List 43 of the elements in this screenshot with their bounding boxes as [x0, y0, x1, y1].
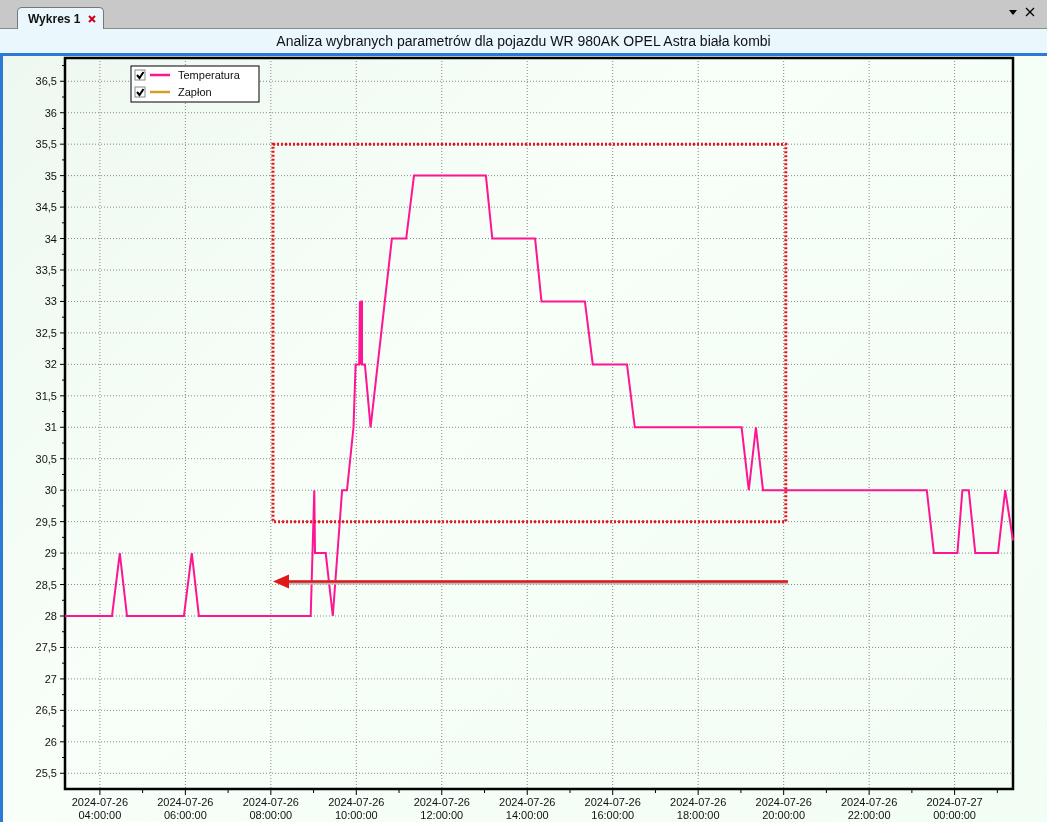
y-tick-label: 29,5: [35, 515, 57, 528]
x-tick-label: 2024-07-26 18:00:00: [670, 796, 727, 821]
chart-title: Analiza wybranych parametrów dla pojazdu WR 980AK OPEL Astra biała kombi: [276, 33, 771, 49]
legend-checkbox[interactable]: [134, 69, 146, 81]
x-tick-label: 2024-07-26 08:00:00: [242, 796, 299, 821]
x-tick-label: 2024-07-27 00:00:00: [926, 796, 983, 821]
y-tick-label: 30: [44, 484, 57, 497]
y-tick-label: 33: [44, 295, 57, 308]
y-tick-label: 32: [44, 358, 57, 371]
x-tick-label: 2024-07-26 14:00:00: [499, 796, 556, 821]
y-tick-label: 32,5: [35, 326, 57, 339]
y-tick-label: 31: [44, 421, 57, 434]
y-tick-label: 28,5: [35, 578, 57, 591]
y-tick-label: 34: [44, 232, 57, 245]
x-tick-label: 2024-07-26 10:00:00: [328, 796, 385, 821]
y-tick-label: 28: [44, 610, 57, 622]
y-tick-label: 33,5: [35, 264, 57, 276]
close-icon[interactable]: [1025, 7, 1035, 17]
legend-label: Zapłon: [178, 86, 212, 98]
y-tick-label: 35: [44, 169, 57, 182]
close-icon[interactable]: [88, 14, 97, 23]
x-tick-label: 2024-07-26 04:00:00: [71, 796, 129, 821]
y-tick-label: 26,5: [35, 704, 57, 717]
legend-label: Temperatura: [178, 69, 240, 81]
y-tick-label: 36,5: [35, 75, 57, 88]
y-tick-label: 27,5: [35, 641, 57, 654]
y-tick-label: 30,5: [35, 452, 57, 465]
x-tick-label: 2024-07-26 22:00:00: [841, 796, 898, 821]
tab[interactable]: Wykres 1: [17, 7, 105, 29]
y-tick-label: 29: [44, 547, 57, 560]
dropdown-arrow-icon[interactable]: [1009, 9, 1017, 15]
y-tick-label: 27: [44, 672, 57, 685]
x-tick-label: 2024-07-26 12:00:00: [413, 796, 470, 821]
y-tick-label: 35,5: [35, 138, 57, 151]
x-tick-label: 2024-07-26 06:00:00: [157, 796, 214, 821]
legend-checkbox[interactable]: [134, 86, 146, 98]
y-tick-label: 26: [44, 735, 57, 748]
x-tick-label: 2024-07-26 20:00:00: [755, 796, 812, 821]
y-tick-label: 31,5: [35, 389, 57, 402]
y-tick-label: 25,5: [35, 767, 57, 780]
y-tick-label: 34,5: [35, 201, 57, 214]
y-tick-label: 36: [44, 106, 57, 119]
x-tick-label: 2024-07-26 16:00:00: [584, 796, 641, 821]
